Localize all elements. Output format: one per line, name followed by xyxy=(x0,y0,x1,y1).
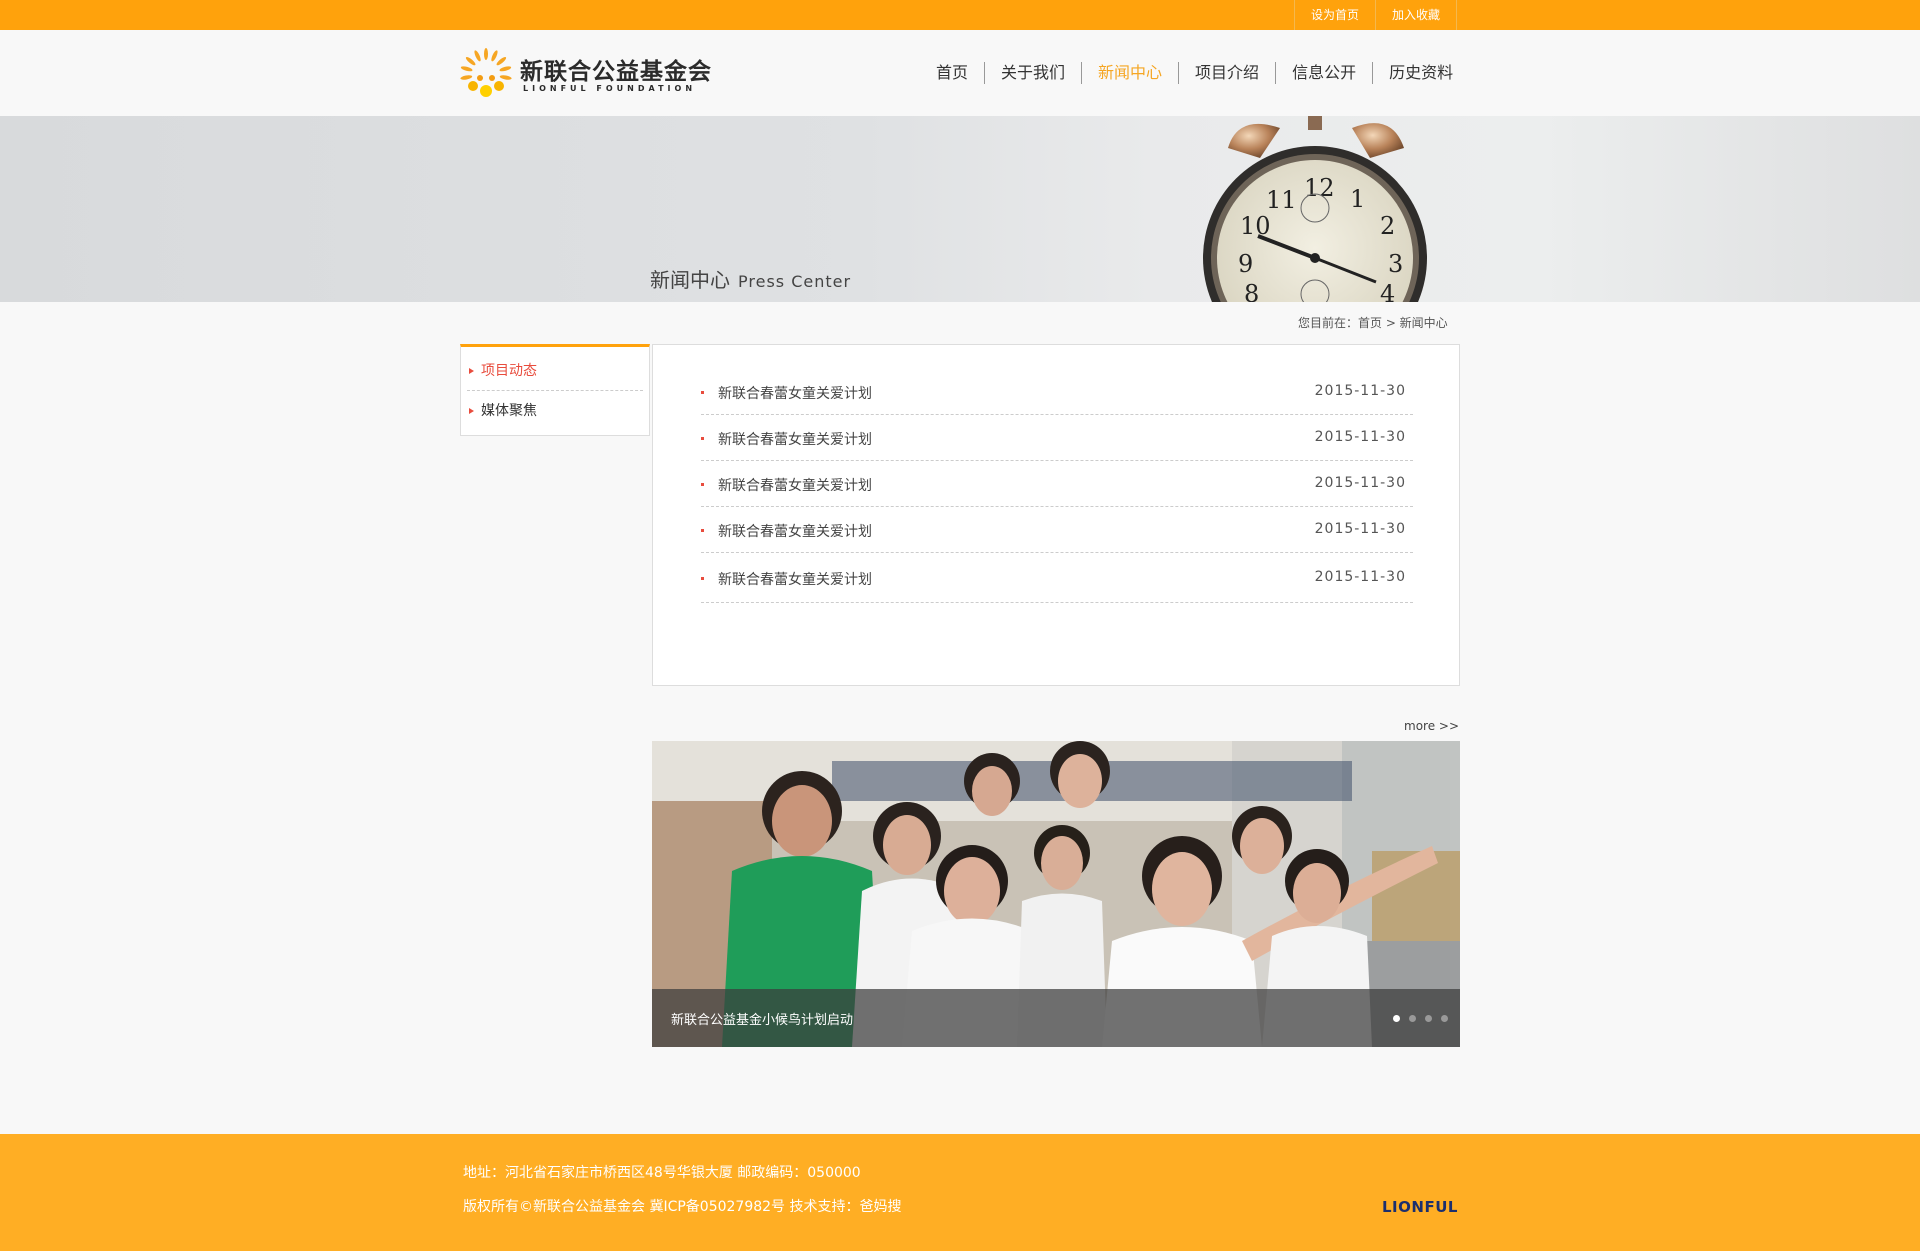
slide-dot[interactable] xyxy=(1393,1015,1400,1022)
news-list: 新联合春蕾女童关爱计划 2015-11-30 新联合春蕾女童关爱计划 2015-… xyxy=(652,344,1460,686)
nav-item-disclosure[interactable]: 信息公开 xyxy=(1275,62,1372,84)
nav-item-projects[interactable]: 项目介绍 xyxy=(1178,62,1275,84)
news-date: 2015-11-30 xyxy=(1314,569,1406,585)
main-nav: 首页 关于我们 新闻中心 项目介绍 信息公开 历史资料 xyxy=(920,62,1469,84)
sidebar-item-label: 媒体聚焦 xyxy=(481,403,537,419)
news-title[interactable]: 新联合春蕾女童关爱计划 xyxy=(718,475,872,495)
svg-text:12: 12 xyxy=(1304,174,1335,202)
news-date: 2015-11-30 xyxy=(1314,429,1406,445)
sidebar: 项目动态 媒体聚焦 xyxy=(460,344,650,436)
news-title[interactable]: 新联合春蕾女童关爱计划 xyxy=(718,429,872,449)
slide-dot[interactable] xyxy=(1441,1015,1448,1022)
sidebar-item-media-focus[interactable]: 媒体聚焦 xyxy=(467,391,643,431)
footer-address: 地址：河北省石家庄市桥西区48号华银大厦 邮政编码：050000 xyxy=(463,1165,861,1181)
nav-item-news[interactable]: 新闻中心 xyxy=(1081,62,1178,84)
news-date: 2015-11-30 xyxy=(1314,521,1406,537)
nav-item-home[interactable]: 首页 xyxy=(920,62,984,84)
nav-item-history[interactable]: 历史资料 xyxy=(1372,62,1469,84)
slide-dot[interactable] xyxy=(1425,1015,1432,1022)
more-link[interactable]: more >> xyxy=(1404,719,1459,733)
news-date: 2015-11-30 xyxy=(1314,383,1406,399)
set-home-link[interactable]: 设为首页 xyxy=(1294,0,1375,30)
news-item[interactable]: 新联合春蕾女童关爱计划 2015-11-30 xyxy=(701,369,1413,415)
sun-logo-icon xyxy=(460,48,512,97)
svg-text:11: 11 xyxy=(1266,186,1297,214)
page-banner: 12 1 2 3 4 11 10 9 8 新闻中心 Press Center xyxy=(0,116,1920,302)
alarm-clock-illustration: 12 1 2 3 4 11 10 9 8 xyxy=(1203,116,1427,302)
svg-text:10: 10 xyxy=(1240,212,1271,240)
triangle-bullet-icon xyxy=(469,408,474,414)
bookmark-link[interactable]: 加入收藏 xyxy=(1375,0,1458,30)
news-title[interactable]: 新联合春蕾女童关爱计划 xyxy=(718,569,872,589)
news-date: 2015-11-30 xyxy=(1314,475,1406,491)
top-bar: 设为首页 加入收藏 xyxy=(0,0,1920,30)
logo-text-cn: 新联合公益基金会 xyxy=(520,59,712,85)
banner-title-cn: 新闻中心 xyxy=(650,268,730,292)
banner-title: 新闻中心 Press Center xyxy=(650,264,851,293)
news-title[interactable]: 新联合春蕾女童关爱计划 xyxy=(718,383,872,403)
logo-text-en: LIONFUL FOUNDATION xyxy=(523,84,697,93)
banner-title-en: Press Center xyxy=(738,272,852,291)
svg-text:8: 8 xyxy=(1244,280,1259,302)
slide-caption[interactable]: 新联合公益基金小候鸟计划启动 xyxy=(671,1009,853,1028)
news-item[interactable]: 新联合春蕾女童关爱计划 2015-11-30 xyxy=(701,507,1413,553)
sidebar-item-project-news[interactable]: 项目动态 xyxy=(467,351,643,391)
svg-text:3: 3 xyxy=(1388,250,1403,278)
photo-slideshow[interactable]: 新联合公益基金小候鸟计划启动 xyxy=(652,741,1460,1047)
svg-text:9: 9 xyxy=(1238,250,1253,278)
nav-item-about[interactable]: 关于我们 xyxy=(984,62,1081,84)
top-links: 设为首页 加入收藏 xyxy=(1294,0,1458,30)
svg-text:1: 1 xyxy=(1350,185,1365,213)
svg-text:4: 4 xyxy=(1380,280,1395,302)
news-item[interactable]: 新联合春蕾女童关爱计划 2015-11-30 xyxy=(701,461,1413,507)
news-item[interactable]: 新联合春蕾女童关爱计划 2015-11-30 xyxy=(701,415,1413,461)
slide-dot[interactable] xyxy=(1409,1015,1416,1022)
footer: 地址：河北省石家庄市桥西区48号华银大厦 邮政编码：050000 版权所有©新联… xyxy=(0,1134,1920,1251)
news-title[interactable]: 新联合春蕾女童关爱计划 xyxy=(718,521,872,541)
logo[interactable]: 新联合公益基金会 LIONFUL FOUNDATION xyxy=(460,48,712,100)
triangle-bullet-icon xyxy=(469,368,474,374)
bullet-icon xyxy=(701,577,704,580)
bullet-icon xyxy=(701,529,704,532)
news-item[interactable]: 新联合春蕾女童关爱计划 2015-11-30 xyxy=(701,555,1413,603)
breadcrumb: 您目前在：首页 > 新闻中心 xyxy=(1298,316,1448,330)
footer-copyright: 版权所有©新联合公益基金会 冀ICP备05027982号 技术支持：爸妈搜 xyxy=(463,1199,902,1215)
svg-text:2: 2 xyxy=(1380,212,1395,240)
caption-bar: 新联合公益基金小候鸟计划启动 xyxy=(652,989,1460,1047)
sidebar-item-label: 项目动态 xyxy=(481,363,537,379)
slide-indicators xyxy=(1384,1015,1448,1022)
header: 新联合公益基金会 LIONFUL FOUNDATION 首页 关于我们 新闻中心… xyxy=(0,30,1920,116)
bullet-icon xyxy=(701,437,704,440)
bullet-icon xyxy=(701,483,704,486)
bullet-icon xyxy=(701,391,704,394)
footer-brand-logo: LIONFUL xyxy=(1382,1198,1458,1216)
